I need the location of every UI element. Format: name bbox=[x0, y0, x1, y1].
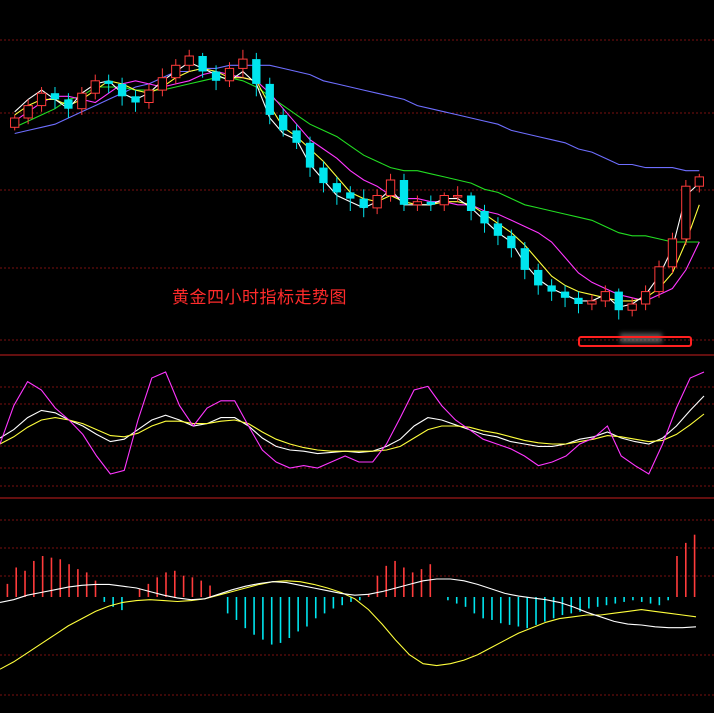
candle-body-up bbox=[587, 300, 597, 305]
candle-body-up bbox=[412, 201, 423, 206]
candle-body-up bbox=[453, 195, 463, 198]
candle-body-down bbox=[64, 99, 73, 109]
gold-4h-indicator-chart bbox=[0, 39, 714, 696]
kdj-line-0 bbox=[0, 395, 705, 455]
candle-body-up bbox=[439, 195, 449, 206]
candle-body-down bbox=[279, 114, 288, 131]
candle-body-down bbox=[131, 96, 140, 103]
candle-body-up bbox=[640, 291, 651, 305]
candle-body-down bbox=[104, 80, 113, 84]
candle-body-down bbox=[50, 93, 60, 100]
macd-dif-line bbox=[0, 578, 697, 629]
candle-body-down bbox=[211, 71, 221, 81]
candle-body-down bbox=[480, 211, 489, 224]
candle-body-down bbox=[560, 291, 570, 298]
price-ma-line-4 bbox=[14, 61, 700, 308]
candle-body-down bbox=[198, 56, 207, 72]
candle-body-down bbox=[534, 269, 543, 286]
candle-body-down bbox=[520, 248, 529, 270]
candle-body-down bbox=[319, 167, 328, 184]
candle-body-up bbox=[224, 67, 235, 82]
candle-body-up bbox=[77, 92, 87, 110]
candle-body-up bbox=[184, 55, 194, 66]
candle-body-down bbox=[305, 142, 315, 168]
candle-body-up bbox=[238, 58, 248, 69]
candle-body-down bbox=[265, 83, 274, 115]
price-ma-line-1 bbox=[14, 77, 700, 243]
candle-body-down bbox=[466, 195, 476, 211]
candle-body-down bbox=[574, 297, 583, 304]
candle-body-down bbox=[359, 198, 368, 208]
candle-body-up bbox=[385, 179, 396, 196]
candle-body-up bbox=[694, 176, 704, 187]
candle-body-up bbox=[90, 80, 100, 94]
price-panel bbox=[10, 49, 704, 320]
candle-body-down bbox=[292, 130, 301, 143]
candle-body-up bbox=[171, 64, 181, 79]
candle-body-up bbox=[627, 303, 637, 311]
candle-body-down bbox=[399, 180, 409, 205]
candle-body-down bbox=[507, 235, 516, 249]
candle-body-down bbox=[614, 291, 623, 311]
candle-body-down bbox=[252, 59, 261, 84]
candle-body-up bbox=[36, 92, 47, 107]
price-ma-line-0 bbox=[14, 64, 700, 172]
macd-panel bbox=[0, 534, 697, 670]
candle-body-up bbox=[157, 77, 168, 91]
candle-body-down bbox=[426, 201, 435, 205]
chart-title: 黄金四小时指标走势图 bbox=[172, 288, 347, 308]
candle-body-down bbox=[547, 285, 556, 292]
candle-body-up bbox=[667, 238, 678, 268]
candle-body-up bbox=[10, 117, 20, 128]
candle-body-up bbox=[681, 185, 691, 240]
candle-body-up bbox=[600, 291, 610, 302]
price-ma-line-2 bbox=[14, 70, 700, 302]
highlight-box bbox=[578, 336, 692, 347]
candle-body-down bbox=[346, 192, 355, 199]
candle-body-up bbox=[372, 195, 382, 209]
candle-body-down bbox=[332, 183, 342, 193]
price-ma-line-3 bbox=[14, 67, 700, 302]
grid-lines bbox=[0, 39, 714, 696]
candle-body-up bbox=[23, 105, 33, 119]
candle-body-down bbox=[117, 83, 127, 97]
candle-body-up bbox=[654, 266, 664, 293]
candle-body-down bbox=[493, 223, 503, 236]
candle-body-up bbox=[144, 89, 154, 103]
